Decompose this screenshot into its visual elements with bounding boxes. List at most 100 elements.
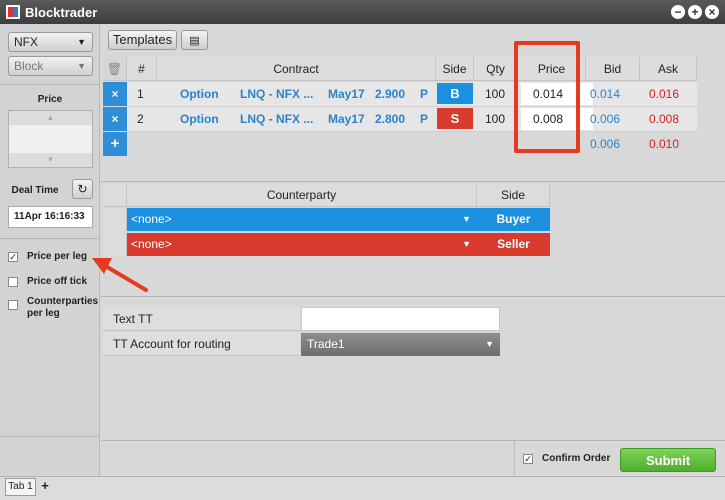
leg-number: 1 [137, 87, 144, 101]
divider [0, 436, 100, 437]
divider [514, 441, 515, 476]
buyer-side-label: Buyer [477, 208, 550, 231]
remove-leg-button[interactable]: × [103, 107, 127, 131]
divider [101, 296, 725, 297]
annotation-arrow-icon [92, 258, 148, 292]
row-handle [103, 233, 127, 256]
app-logo-icon [6, 5, 20, 19]
buy-side-button[interactable]: B [437, 83, 473, 104]
tt-account-value: Trade1 [307, 337, 345, 351]
remove-leg-button[interactable]: × [103, 82, 127, 106]
chevron-down-icon: ▼ [77, 37, 86, 47]
leg-ask: 0.008 [649, 112, 680, 126]
submit-button[interactable]: Submit [620, 448, 716, 472]
divider [101, 440, 725, 441]
save-template-button[interactable]: ▤ [181, 30, 208, 50]
header-side: Side [436, 57, 474, 81]
maximize-icon[interactable]: + [688, 5, 702, 19]
spin-up-icon[interactable]: ▲ [9, 111, 92, 125]
confirm-order-label: Confirm Order [542, 453, 611, 464]
buyer-counterparty-select[interactable]: <none> ▼ [127, 208, 477, 231]
text-tt-label: Text TT [103, 307, 300, 331]
price-stepper-value[interactable] [9, 125, 92, 153]
save-icon: ▤ [189, 35, 200, 47]
price-column-highlight [514, 41, 580, 153]
leg-qty[interactable]: 100 [485, 107, 505, 131]
minimize-icon[interactable]: − [671, 5, 685, 19]
tt-account-select[interactable]: Trade1 ▼ [301, 333, 500, 356]
leg-put-call[interactable]: P [420, 107, 428, 131]
exchange-select[interactable]: NFX ▼ [8, 32, 93, 52]
total-ask: 0.010 [649, 137, 680, 151]
seller-counterparty-select[interactable]: <none> ▼ [127, 233, 477, 256]
counterparty-value: <none> [131, 212, 172, 226]
divider [0, 84, 100, 85]
header-ask: Ask [640, 57, 697, 81]
leg-qty[interactable]: 100 [485, 82, 505, 106]
refresh-button[interactable]: ↻ [72, 179, 93, 199]
counterparty-value: <none> [131, 237, 172, 251]
option-price-off-tick[interactable]: Price off tick [8, 276, 97, 288]
close-icon: × [111, 87, 119, 101]
row-handle [103, 208, 127, 231]
tt-account-label: TT Account for routing [103, 332, 300, 356]
title-bar: Blocktrader − + × [0, 0, 725, 24]
checkbox-counterparties-per-leg[interactable] [8, 300, 18, 310]
divider [101, 181, 725, 182]
price-label: Price [37, 94, 63, 105]
header-contract: Contract [157, 57, 436, 81]
add-tab-icon[interactable]: + [38, 478, 52, 494]
leg-strike[interactable]: 2.900 [375, 82, 405, 106]
tab-1[interactable]: Tab 1 [5, 478, 36, 496]
leg-put-call[interactable]: P [420, 82, 428, 106]
leg-bid: 0.006 [590, 112, 621, 126]
deal-time-label: Deal Time [11, 185, 59, 196]
refresh-icon: ↻ [77, 182, 88, 196]
sell-side-button[interactable]: S [437, 108, 473, 129]
leg-type[interactable]: Option [180, 107, 219, 131]
header-counterparty: Counterparty [127, 183, 477, 207]
type-select[interactable]: Block ▼ [8, 56, 93, 76]
option-counterparties-per-leg[interactable]: Counterparties per leg [8, 296, 99, 320]
close-icon: × [111, 112, 119, 126]
seller-side-label: Seller [477, 233, 550, 256]
checkbox-confirm-order[interactable]: ✓ [523, 454, 533, 464]
exchange-select-value: NFX [14, 35, 38, 49]
add-leg-button[interactable]: + [103, 132, 127, 156]
leg-expiry[interactable]: May17 [328, 82, 365, 106]
header-bid: Bid [586, 57, 640, 81]
counterparty-corner [103, 183, 127, 207]
tab-bar [0, 476, 725, 500]
spin-down-icon[interactable]: ▼ [9, 153, 92, 167]
header-cp-side: Side [477, 183, 550, 207]
leg-expiry[interactable]: May17 [328, 107, 365, 131]
chevron-down-icon: ▼ [462, 239, 471, 249]
leg-ask: 0.016 [649, 87, 680, 101]
header-qty: Qty [474, 57, 518, 81]
chevron-down-icon: ▼ [462, 214, 471, 224]
delete-all-column[interactable]: 🗑 [103, 57, 127, 81]
leg-strike[interactable]: 2.800 [375, 107, 405, 131]
option-label: Counterparties per leg [27, 296, 99, 319]
window-title: Blocktrader [25, 4, 98, 20]
close-icon[interactable]: × [705, 5, 719, 19]
leg-type[interactable]: Option [180, 82, 219, 106]
price-stepper[interactable]: ▲ ▼ [8, 110, 93, 168]
confirm-order-option[interactable]: ✓ Confirm Order [523, 453, 610, 464]
total-bid: 0.006 [590, 137, 621, 151]
divider [0, 238, 100, 239]
checkbox-price-off-tick[interactable] [8, 277, 18, 287]
option-label: Price off tick [27, 276, 88, 287]
type-select-value: Block [14, 59, 44, 73]
option-price-per-leg[interactable]: ✓ Price per leg [8, 251, 97, 263]
chevron-down-icon: ▼ [485, 339, 494, 349]
leg-bid: 0.014 [590, 87, 621, 101]
leg-contract[interactable]: LNQ - NFX ... [240, 82, 313, 106]
leg-contract[interactable]: LNQ - NFX ... [240, 107, 313, 131]
leg-number: 2 [137, 112, 144, 126]
templates-button[interactable]: Templates [108, 30, 177, 50]
deal-time-input[interactable]: 11Apr 16:16:33 [8, 206, 93, 228]
text-tt-input[interactable] [301, 307, 500, 331]
checkbox-price-per-leg[interactable]: ✓ [8, 252, 18, 262]
trash-icon: 🗑 [106, 62, 123, 76]
